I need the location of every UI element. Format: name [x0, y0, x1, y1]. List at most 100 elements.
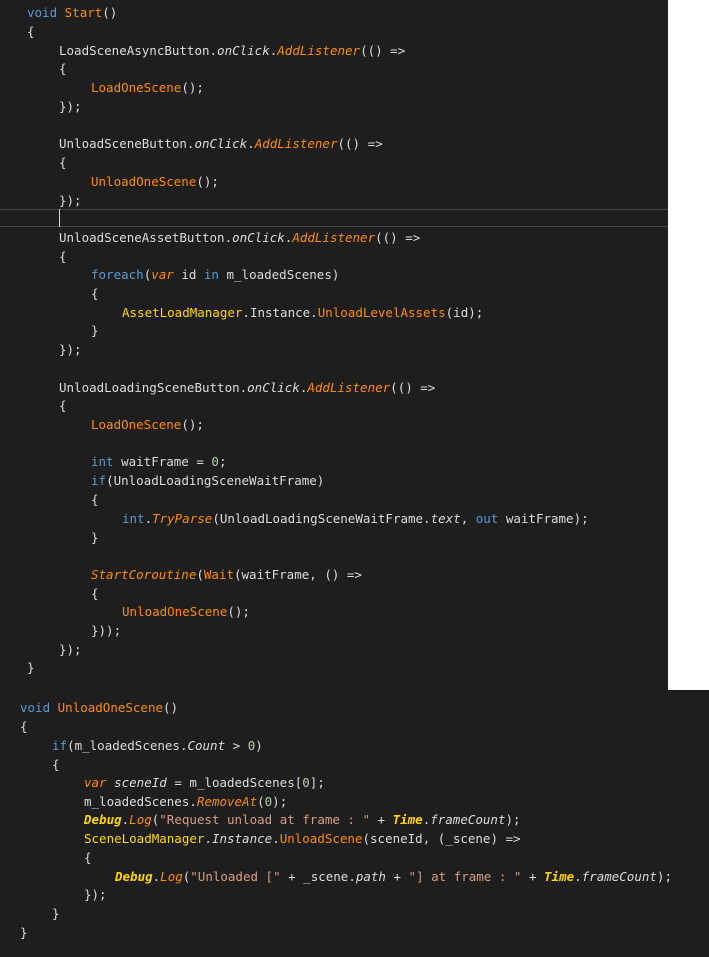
code-line[interactable]: if(m_loadedScenes.Count > 0) — [52, 737, 263, 755]
code-token: , — [460, 511, 476, 526]
code-token: Time — [392, 812, 423, 827]
code-line[interactable]: UnloadLoadingSceneButton.onClick.AddList… — [59, 379, 435, 397]
code-token: if — [91, 473, 107, 488]
code-line[interactable]: SceneLoadManager.Instance.UnloadScene(sc… — [84, 830, 521, 848]
code-line[interactable]: { — [91, 285, 99, 303]
code-token: ( — [212, 511, 220, 526]
code-line[interactable]: if(UnloadLoadingSceneWaitFrame) — [91, 472, 324, 490]
code-token: Debug — [115, 869, 153, 884]
code-token: ( — [196, 567, 204, 582]
code-line[interactable]: { — [20, 718, 28, 736]
code-token: frameCount — [430, 812, 506, 827]
code-line[interactable]: } — [27, 659, 35, 677]
code-line[interactable]: var sceneId = m_loadedScenes[0]; — [84, 774, 325, 792]
code-line[interactable]: } — [91, 529, 99, 547]
code-line[interactable]: { — [91, 585, 99, 603]
code-token: { — [91, 586, 99, 601]
text-caret — [59, 209, 60, 227]
code-token: { — [59, 61, 67, 76]
code-token: () — [163, 700, 179, 715]
code-line[interactable]: LoadSceneAsyncButton.onClick.AddListener… — [59, 42, 405, 60]
code-line[interactable]: } — [91, 322, 99, 340]
code-line[interactable]: LoadOneScene(); — [91, 416, 204, 434]
code-token: }); — [84, 887, 107, 902]
code-line[interactable]: { — [59, 60, 67, 78]
code-token: UnloadLevelAssets — [317, 305, 446, 320]
code-token: if — [52, 738, 68, 753]
code-line[interactable]: int waitFrame = 0; — [91, 453, 226, 471]
code-line[interactable]: }); — [59, 341, 82, 359]
code-line[interactable]: { — [59, 154, 67, 172]
code-line[interactable]: Debug.Log("Request unload at frame : " +… — [84, 811, 521, 829]
code-token: "] at frame : " — [408, 869, 522, 884]
code-token: RemoveAt — [196, 794, 258, 809]
code-token: m_loadedScenes. — [84, 794, 197, 809]
code-token: sceneId — [106, 775, 167, 790]
code-line[interactable]: { — [84, 849, 92, 867]
code-token: AddListener — [254, 136, 338, 151]
code-token: out — [475, 511, 499, 526]
code-line[interactable]: { — [91, 491, 99, 509]
code-token: UnloadLoadingSceneWaitFrame. — [219, 511, 431, 526]
code-line[interactable]: }); — [59, 98, 82, 116]
code-token: (() => — [390, 380, 436, 395]
code-line[interactable]: Debug.Log("Unloaded [" + _scene.path + "… — [115, 868, 672, 886]
code-token: { — [91, 492, 99, 507]
code-token: = m_loadedScenes[ — [166, 775, 303, 790]
code-line[interactable]: } — [20, 924, 28, 942]
code-token: { — [20, 719, 28, 734]
code-token: }); — [59, 642, 82, 657]
code-token: } — [91, 530, 99, 545]
code-token: { — [59, 249, 67, 264]
code-token: id — [173, 267, 204, 282]
code-token: foreach — [91, 267, 144, 282]
code-token: . — [144, 511, 153, 526]
code-token: Start — [64, 5, 103, 20]
code-line[interactable]: UnloadSceneAssetButton.onClick.AddListen… — [59, 229, 420, 247]
code-panel-unload[interactable]: void UnloadOneScene(){if(m_loadedScenes.… — [0, 690, 709, 957]
code-line[interactable]: }); — [59, 192, 82, 210]
code-token: + _scene. — [280, 869, 356, 884]
code-token: ( — [234, 567, 242, 582]
code-token: (id); — [445, 305, 484, 320]
code-line[interactable]: AssetLoadManager.Instance.UnloadLevelAss… — [122, 304, 483, 322]
code-token: text — [430, 511, 461, 526]
code-token: ); — [272, 794, 288, 809]
code-token: onClick — [217, 43, 270, 58]
code-line[interactable]: }); — [84, 886, 107, 904]
code-line[interactable]: UnloadSceneButton.onClick.AddListener(()… — [59, 135, 383, 153]
code-token: } — [27, 660, 35, 675]
code-line[interactable]: int.TryParse(UnloadLoadingSceneWaitFrame… — [122, 510, 589, 528]
code-line[interactable]: }); — [59, 641, 82, 659]
code-line[interactable]: { — [59, 397, 67, 415]
code-token: })); — [91, 623, 122, 638]
code-line[interactable]: } — [52, 905, 60, 923]
code-token: . — [204, 831, 212, 846]
code-line[interactable]: LoadOneScene(); — [91, 79, 204, 97]
code-token: (() => — [360, 43, 406, 58]
code-token: (); — [196, 174, 219, 189]
code-line[interactable]: })); — [91, 622, 121, 640]
code-token: } — [91, 323, 99, 338]
code-panel-start[interactable]: void Start(){LoadSceneAsyncButton.onClic… — [0, 0, 668, 690]
code-line[interactable]: void UnloadOneScene() — [20, 699, 178, 717]
code-token: ; — [218, 454, 227, 469]
code-token: onClick — [232, 230, 285, 245]
code-line[interactable]: void Start() — [27, 4, 117, 22]
code-token: . — [242, 305, 250, 320]
code-token: . — [272, 831, 280, 846]
code-line[interactable]: StartCoroutine(Wait(waitFrame, () => — [91, 566, 362, 584]
code-line[interactable]: m_loadedScenes.RemoveAt(0); — [84, 793, 287, 811]
code-token: AssetLoadManager — [122, 305, 243, 320]
code-line[interactable]: { — [59, 248, 67, 266]
code-token: } — [20, 925, 28, 940]
code-token: LoadOneScene — [91, 417, 182, 432]
code-token: var — [151, 267, 174, 282]
code-line[interactable]: { — [52, 756, 60, 774]
code-token: ]; — [309, 775, 325, 790]
current-line-highlight — [0, 209, 668, 227]
code-line[interactable]: foreach(var id in m_loadedScenes) — [91, 266, 339, 284]
code-line[interactable]: UnloadOneScene(); — [91, 173, 219, 191]
code-line[interactable]: UnloadOneScene(); — [122, 603, 250, 621]
code-line[interactable]: { — [27, 23, 35, 41]
